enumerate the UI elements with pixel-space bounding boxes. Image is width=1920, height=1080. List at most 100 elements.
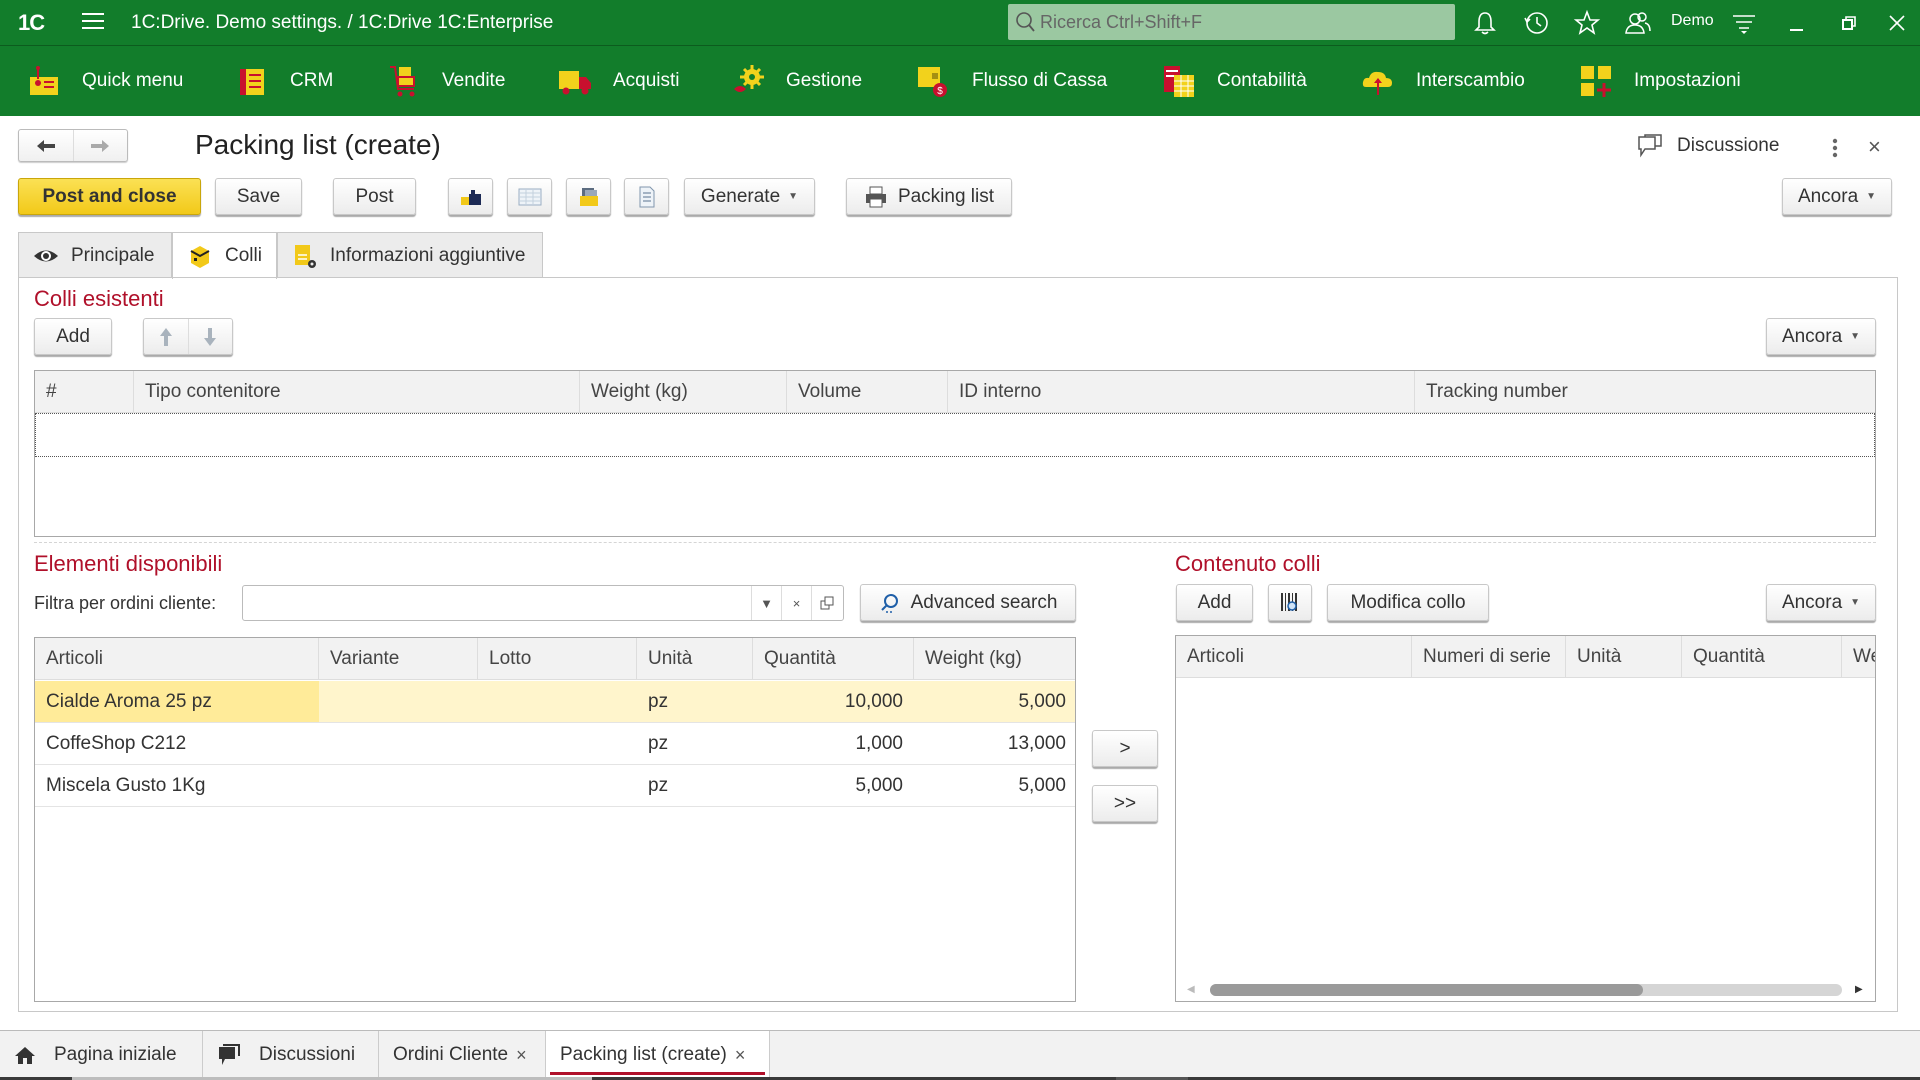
- cell-lotto[interactable]: [478, 765, 637, 806]
- barcode-search-button[interactable]: [1268, 584, 1312, 621]
- section-contabilita[interactable]: Contabilità: [1161, 46, 1307, 116]
- discussion-button[interactable]: Discussione: [1637, 134, 1779, 158]
- cell-articolo[interactable]: Miscela Gusto 1Kg: [35, 765, 319, 806]
- window-tab-packing-list[interactable]: Packing list (create) ×: [546, 1031, 770, 1079]
- window-tab-pagina-iniziale[interactable]: Pagina iniziale: [0, 1031, 203, 1079]
- cell-lotto[interactable]: [478, 723, 637, 764]
- column-header[interactable]: Variante: [319, 638, 478, 680]
- horizontal-scrollbar[interactable]: ◀ ▶: [1175, 980, 1875, 1000]
- attachments-button[interactable]: [566, 178, 611, 215]
- cell-unita[interactable]: pz: [637, 765, 753, 806]
- cell-unita[interactable]: pz: [637, 723, 753, 764]
- column-header[interactable]: #: [35, 371, 134, 413]
- column-header[interactable]: Articoli: [35, 638, 319, 680]
- more-vertical-icon[interactable]: [1830, 137, 1840, 159]
- empty-row-focus[interactable]: [35, 413, 1875, 457]
- column-header[interactable]: Articoli: [1176, 636, 1412, 678]
- current-user[interactable]: Demo: [1671, 12, 1714, 30]
- close-tab-icon[interactable]: ×: [735, 1045, 746, 1066]
- table-view-button[interactable]: [507, 178, 552, 215]
- star-icon[interactable]: [1573, 9, 1601, 37]
- restore-icon[interactable]: [1834, 9, 1862, 37]
- scroll-left-icon[interactable]: ◀: [1187, 984, 1195, 995]
- contenuto-more-dropdown[interactable]: Ancora ▼: [1766, 584, 1876, 621]
- users-icon[interactable]: [1624, 9, 1652, 37]
- column-header[interactable]: Tracking number: [1415, 371, 1875, 413]
- transfer-all-button[interactable]: >>: [1092, 785, 1158, 822]
- history-icon[interactable]: [1522, 9, 1550, 37]
- tab-informazioni-aggiuntive[interactable]: Informazioni aggiuntive: [277, 232, 543, 278]
- cell-lotto[interactable]: [478, 681, 637, 722]
- cell-weight[interactable]: 13,000: [914, 723, 1075, 764]
- cell-variante[interactable]: [319, 723, 478, 764]
- section-crm[interactable]: CRM: [234, 46, 333, 116]
- column-header[interactable]: Weight (kg): [914, 638, 1075, 680]
- structure-button[interactable]: [448, 178, 493, 215]
- tab-principale[interactable]: Principale: [18, 232, 172, 278]
- close-tab-icon[interactable]: ×: [516, 1045, 527, 1066]
- column-header[interactable]: Unità: [637, 638, 753, 680]
- section-interscambio[interactable]: Interscambio: [1360, 46, 1525, 116]
- transfer-one-button[interactable]: >: [1092, 730, 1158, 767]
- scroll-thumb[interactable]: [1210, 984, 1643, 996]
- global-search[interactable]: [1008, 4, 1455, 40]
- clear-icon[interactable]: ×: [781, 586, 811, 620]
- column-header[interactable]: ID interno: [948, 371, 1415, 413]
- cell-quantita[interactable]: 10,000: [753, 681, 914, 722]
- section-vendite[interactable]: Vendite: [386, 46, 505, 116]
- add-content-button[interactable]: Add: [1176, 584, 1253, 621]
- scroll-right-icon[interactable]: ▶: [1855, 984, 1863, 995]
- section-flusso-di-cassa[interactable]: $ Flusso di Cassa: [916, 46, 1107, 116]
- packages-table[interactable]: # Tipo contenitore Weight (kg) Volume ID…: [34, 370, 1876, 537]
- main-menu-icon[interactable]: [82, 13, 104, 31]
- section-acquisti[interactable]: Acquisti: [557, 46, 680, 116]
- print-packing-list-button[interactable]: Packing list: [846, 178, 1012, 215]
- section-quick-menu[interactable]: Quick menu: [26, 46, 183, 116]
- tab-colli[interactable]: Colli: [172, 232, 277, 279]
- post-button[interactable]: Post: [333, 178, 416, 215]
- edit-package-button[interactable]: Modifica collo: [1327, 584, 1489, 621]
- app-logo[interactable]: 1C: [18, 10, 45, 36]
- available-items-table[interactable]: Articoli Variante Lotto Unità Quantità W…: [34, 637, 1076, 1002]
- table-row[interactable]: Cialde Aroma 25 pz pz 10,000 5,000: [35, 681, 1075, 723]
- section-gestione[interactable]: Gestione: [730, 46, 862, 116]
- cell-weight[interactable]: 5,000: [914, 681, 1075, 722]
- report-button[interactable]: [624, 178, 669, 215]
- section-impostazioni[interactable]: Impostazioni: [1578, 46, 1741, 116]
- back-button[interactable]: [19, 130, 73, 161]
- column-header[interactable]: Tipo contenitore: [134, 371, 580, 413]
- window-tab-discussioni[interactable]: Discussioni: [203, 1031, 379, 1079]
- table-row[interactable]: CoffeShop C212 pz 1,000 13,000: [35, 723, 1075, 765]
- cell-unita[interactable]: pz: [637, 681, 753, 722]
- generate-dropdown[interactable]: Generate ▼: [684, 178, 815, 215]
- close-form-button[interactable]: ×: [1868, 134, 1881, 160]
- cell-variante[interactable]: [319, 681, 478, 722]
- table-row[interactable]: Miscela Gusto 1Kg pz 5,000 5,000: [35, 765, 1075, 807]
- package-contents-table[interactable]: Articoli Numeri di serie Unità Quantità …: [1175, 635, 1876, 1002]
- minimize-icon[interactable]: [1782, 9, 1810, 37]
- column-header[interactable]: We: [1842, 636, 1875, 678]
- column-header[interactable]: Quantità: [753, 638, 914, 680]
- move-down-button[interactable]: [189, 319, 233, 354]
- bell-icon[interactable]: [1471, 9, 1499, 37]
- post-and-close-button[interactable]: Post and close: [18, 178, 201, 215]
- search-input[interactable]: [1040, 4, 1440, 40]
- cell-weight[interactable]: 5,000: [914, 765, 1075, 806]
- column-header[interactable]: Numeri di serie: [1412, 636, 1566, 678]
- cell-variante[interactable]: [319, 765, 478, 806]
- dropdown-arrow-icon[interactable]: ▼: [751, 586, 781, 620]
- forward-button[interactable]: [72, 130, 128, 161]
- column-header[interactable]: Volume: [787, 371, 948, 413]
- filter-input[interactable]: [247, 588, 747, 618]
- save-button[interactable]: Save: [215, 178, 302, 215]
- column-header[interactable]: Weight (kg): [580, 371, 787, 413]
- close-icon[interactable]: [1884, 9, 1912, 37]
- column-header[interactable]: Unità: [1566, 636, 1682, 678]
- settings-menu-icon[interactable]: [1730, 9, 1758, 37]
- colli-more-dropdown[interactable]: Ancora ▼: [1766, 318, 1876, 355]
- cell-articolo[interactable]: Cialde Aroma 25 pz: [35, 681, 319, 722]
- cell-articolo[interactable]: CoffeShop C212: [35, 723, 319, 764]
- open-icon[interactable]: [811, 586, 841, 620]
- add-package-button[interactable]: Add: [34, 318, 112, 355]
- advanced-search-button[interactable]: Advanced search: [860, 584, 1076, 621]
